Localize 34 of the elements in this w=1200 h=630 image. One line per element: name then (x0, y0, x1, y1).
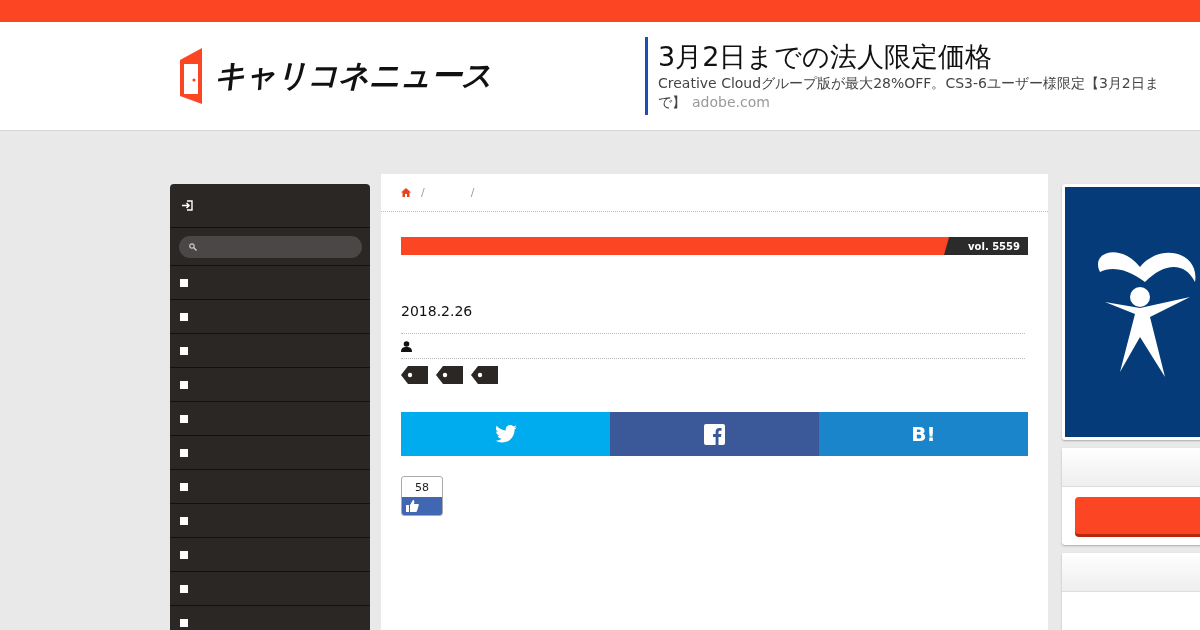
post-date: 2018.2.26 (401, 303, 1025, 334)
square-icon (180, 414, 188, 423)
tag-icon[interactable] (436, 366, 463, 384)
breadcrumb-separator: / (470, 186, 475, 199)
square-icon (180, 278, 188, 287)
home-icon[interactable] (401, 188, 411, 197)
ad-description: Creative Cloudグループ版が最大28%OFF。CS3-6ユーザー様限定【3月2日まで】 adobe.com (658, 74, 1160, 112)
square-icon (180, 482, 188, 491)
search-icon (189, 242, 197, 251)
square-icon (180, 448, 188, 457)
square-icon (180, 584, 188, 593)
square-icon (180, 550, 188, 559)
login-icon[interactable] (182, 200, 193, 211)
volume-label: vol. 5559 (944, 237, 1028, 255)
square-icon (180, 312, 188, 321)
share-button[interactable]: B! (819, 412, 1028, 456)
door-icon (178, 48, 204, 104)
square-icon (180, 346, 188, 355)
f-icon (704, 423, 725, 445)
square-icon (180, 516, 188, 525)
square-icon (180, 380, 188, 389)
site-logo[interactable]: キャリコネニュース (214, 55, 492, 97)
tag-icon[interactable] (401, 366, 428, 384)
bird-icon (494, 425, 517, 443)
ad-title[interactable]: 3月2日までの法人限定価格 (658, 40, 1173, 74)
breadcrumb-separator: / (421, 186, 425, 199)
search-field[interactable] (179, 235, 362, 258)
tag-icon[interactable] (471, 366, 498, 384)
share-button[interactable] (610, 412, 819, 456)
ad-banner[interactable]: 3月2日までの法人限定価格 Creative Cloudグループ版が最大28%OFF。CS3-6ユーザー様限定【3月2日まで】 adobe.com (645, 37, 1173, 115)
square-icon (180, 618, 188, 627)
user-icon (401, 340, 412, 352)
thumbs-up-icon (406, 500, 419, 512)
like-button[interactable]: 58 (401, 476, 443, 516)
